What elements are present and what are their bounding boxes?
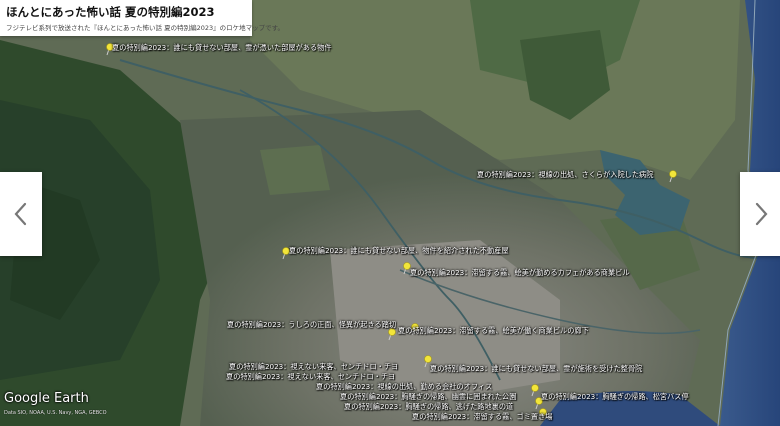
pushpin-icon[interactable] <box>667 170 677 183</box>
marker-label[interactable]: 夏の特別編2023：視えない来客、センチドロ・チヨ <box>226 372 395 381</box>
previous-button[interactable] <box>0 172 42 256</box>
chevron-right-icon <box>755 202 768 226</box>
marker-label[interactable]: 夏の特別編2023：うしろの正面、怪異が起きる踏切 <box>227 320 396 329</box>
marker-label[interactable]: 夏の特別編2023：滞留する霧、ゴミ置き場 <box>412 412 552 421</box>
map-title: ほんとにあった怖い話 夏の特別編2023 <box>6 5 215 19</box>
marker-label[interactable]: 夏の特別編2023：胸騒ぎの帰路、逃げた路地裏の道 <box>344 402 513 411</box>
map-title-card: ほんとにあった怖い話 夏の特別編2023 フジテレビ系列で放送された『ほんとにあ… <box>0 0 284 36</box>
google-earth-logo: Google Earth <box>4 391 89 406</box>
imagery-credit: Data SIO, NOAA, U.S. Navy, NGA, GEBCO <box>4 410 107 416</box>
marker-label[interactable]: 夏の特別編2023：胸騒ぎの帰路、松宮バス停 <box>541 392 689 401</box>
marker-label[interactable]: 夏の特別編2023：誰にも貸せない部屋、霊が施術を受けた整骨院 <box>430 364 642 373</box>
marker-label[interactable]: 夏の特別編2023：誰にも貸せない部屋、霊が憑いた部屋がある物件 <box>112 43 332 52</box>
pushpin-icon[interactable] <box>386 328 396 341</box>
marker-label[interactable]: 夏の特別編2023：視線の出処、勤める会社のオフィス <box>316 382 492 391</box>
marker-label[interactable]: 夏の特別編2023：視線の出処、さくらが入院した病院 <box>477 170 653 179</box>
marker-label[interactable]: 夏の特別編2023：滞留する霧、絵美が働く商業ビルの廊下 <box>398 326 589 335</box>
marker-label[interactable]: 夏の特別編2023：胸騒ぎの帰路、幽霊に囲まれた公園 <box>340 392 516 401</box>
chevron-left-icon <box>14 202 27 226</box>
map-description: フジテレビ系列で放送された『ほんとにあった怖い話 夏の特別編2023』のロケ地マ… <box>6 24 284 32</box>
next-button[interactable] <box>740 172 780 256</box>
marker-label[interactable]: 夏の特別編2023：滞留する霧、絵美が勤めるカフェがある商業ビル <box>410 268 630 277</box>
pushpin-icon[interactable] <box>529 384 539 397</box>
marker-label[interactable]: 夏の特別編2023：誰にも貸せない部屋、物件を紹介された不動産屋 <box>289 246 509 255</box>
marker-label[interactable]: 夏の特別編2023：視えない来客、センチドロ・チヨ <box>229 362 398 371</box>
satellite-map[interactable]: ほんとにあった怖い話 夏の特別編2023 フジテレビ系列で放送された『ほんとにあ… <box>0 0 780 426</box>
